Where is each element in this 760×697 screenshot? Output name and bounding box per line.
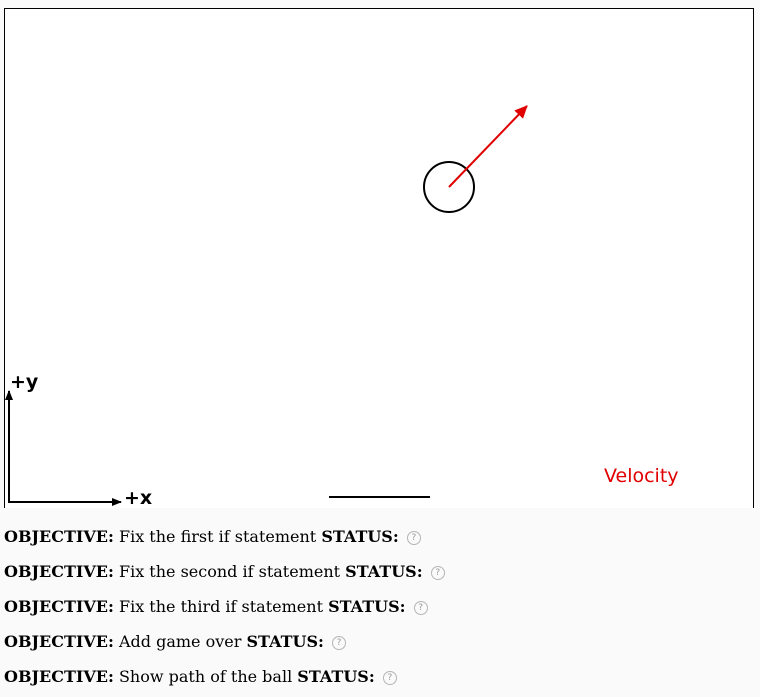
game-scene: +y +x Velocity (4, 105, 679, 509)
objective-text: Show path of the ball (118, 667, 293, 686)
question-circle-icon[interactable]: ? (430, 566, 445, 580)
question-circle-icon[interactable]: ? (406, 531, 421, 545)
objective-item: OBJECTIVE: Fix the third if statement ST… (4, 591, 744, 626)
status-label: STATUS: (246, 632, 324, 651)
velocity-legend-label: Velocity (604, 465, 679, 487)
objective-item: OBJECTIVE: Fix the second if statement S… (4, 556, 744, 591)
objective-text: Fix the third if statement (118, 597, 323, 616)
objective-text: Add game over (118, 632, 242, 651)
question-circle-icon[interactable]: ? (332, 636, 347, 650)
objective-prefix: OBJECTIVE: (4, 632, 114, 651)
objective-prefix: OBJECTIVE: (4, 562, 114, 581)
status-label: STATUS: (328, 597, 406, 616)
objective-text: Fix the second if statement (118, 562, 341, 581)
objective-prefix: OBJECTIVE: (4, 527, 114, 546)
status-label: STATUS: (345, 562, 423, 581)
game-canvas[interactable]: +y +x Velocity (4, 8, 754, 509)
objectives-list: OBJECTIVE: Fix the first if statement ST… (4, 521, 744, 696)
y-axis-label: +y (10, 371, 39, 393)
question-circle-icon[interactable]: ? (413, 601, 428, 615)
objective-prefix: OBJECTIVE: (4, 597, 114, 616)
status-label: STATUS: (297, 667, 375, 686)
objective-prefix: OBJECTIVE: (4, 667, 114, 686)
objective-item: OBJECTIVE: Fix the first if statement ST… (4, 521, 744, 556)
objective-item: OBJECTIVE: Show path of the ball STATUS:… (4, 661, 744, 696)
question-circle-icon[interactable]: ? (382, 671, 397, 685)
objective-item: OBJECTIVE: Add game over STATUS: ? (4, 626, 744, 661)
x-axis-label: +x (124, 487, 152, 509)
velocity-arrow (448, 105, 528, 188)
status-label: STATUS: (321, 527, 399, 546)
objective-text: Fix the first if statement (118, 527, 317, 546)
